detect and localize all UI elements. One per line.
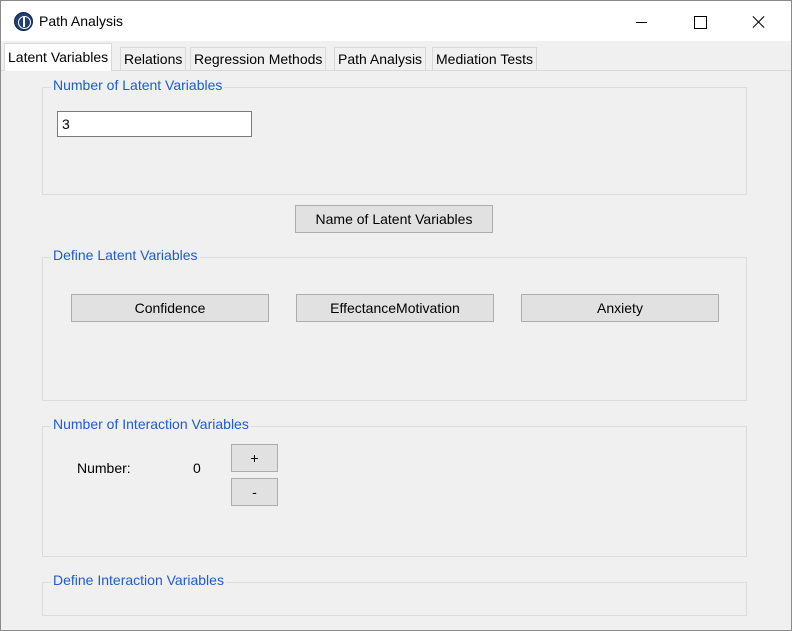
tab-path-analysis[interactable]: Path Analysis: [334, 47, 427, 70]
close-button[interactable]: [729, 1, 787, 41]
title-bar[interactable]: Path Analysis: [1, 1, 791, 41]
define-interaction-legend: Define Interaction Variables: [51, 572, 226, 588]
tab-regression-methods[interactable]: Regression Methods: [190, 47, 327, 70]
latent-count-legend: Number of Latent Variables: [51, 77, 225, 93]
latent-variable-button-effectance-motivation[interactable]: EffectanceMotivation: [296, 294, 494, 322]
latent-count-group: Number of Latent Variables: [42, 77, 747, 195]
latent-variables-page: Number of Latent Variables Name of Laten…: [1, 71, 791, 630]
define-latent-group: Define Latent Variables Confidence Effec…: [42, 247, 747, 401]
maximize-button[interactable]: [671, 1, 729, 41]
tab-latent-variables[interactable]: Latent Variables: [4, 43, 113, 71]
define-latent-legend: Define Latent Variables: [51, 247, 200, 263]
window-title: Path Analysis: [39, 13, 124, 29]
latent-variable-button-anxiety[interactable]: Anxiety: [521, 294, 719, 322]
decrement-button[interactable]: -: [231, 478, 278, 506]
tab-strip: Latent Variables Relations Regression Me…: [1, 41, 791, 71]
tab-relations[interactable]: Relations: [120, 47, 187, 70]
path-analysis-window: Path Analysis Latent Variables Relations…: [0, 0, 792, 631]
latent-variable-button-confidence[interactable]: Confidence: [71, 294, 269, 322]
interaction-count-legend: Number of Interaction Variables: [51, 416, 251, 432]
interaction-count-group: Number of Interaction Variables Number: …: [42, 416, 747, 557]
increment-button[interactable]: +: [231, 444, 278, 472]
name-latent-variables-button[interactable]: Name of Latent Variables: [295, 205, 493, 233]
interaction-number-label: Number:: [77, 460, 131, 476]
define-interaction-group: Define Interaction Variables: [42, 572, 747, 616]
interaction-number-value: 0: [193, 460, 201, 476]
app-icon: [14, 12, 33, 31]
minimize-button[interactable]: [613, 1, 671, 41]
latent-count-input[interactable]: [57, 111, 252, 137]
tab-mediation-tests[interactable]: Mediation Tests: [432, 47, 538, 70]
